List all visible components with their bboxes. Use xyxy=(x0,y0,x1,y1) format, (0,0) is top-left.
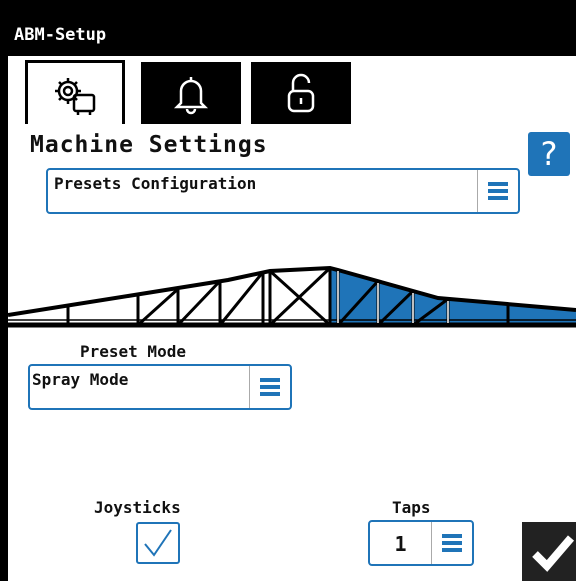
checkmark-icon xyxy=(532,534,575,572)
lock-icon xyxy=(287,73,315,113)
tab-strip xyxy=(8,56,576,126)
preset-mode-dropdown-button[interactable] xyxy=(249,366,290,408)
taps-value: 1 xyxy=(394,532,407,556)
menu-icon xyxy=(260,378,280,396)
taps-dropdown[interactable]: 1 xyxy=(368,520,474,566)
confirm-button[interactable] xyxy=(522,522,576,581)
preset-mode-label: Preset Mode xyxy=(80,342,186,361)
window-title: ABM-Setup xyxy=(8,14,576,56)
joysticks-checkbox[interactable] xyxy=(136,522,180,564)
checkmark-icon xyxy=(144,529,172,557)
machine-settings-icon xyxy=(55,77,96,115)
taps-dropdown-button[interactable] xyxy=(431,522,472,564)
tab-alarms[interactable] xyxy=(141,62,241,124)
preset-mode-dropdown[interactable]: Spray Mode xyxy=(28,364,292,410)
joysticks-label: Joysticks xyxy=(94,498,181,517)
screen: ABM-Setup Machine Settings ? Presets Con… xyxy=(0,0,576,581)
preset-mode-value: Spray Mode xyxy=(32,370,129,389)
bell-icon xyxy=(173,77,209,115)
taps-label: Taps xyxy=(392,498,431,517)
tab-lock[interactable] xyxy=(251,62,351,124)
spray-boom-graphic xyxy=(8,265,576,328)
tab-machine-settings[interactable] xyxy=(25,60,125,126)
menu-icon xyxy=(442,534,462,552)
